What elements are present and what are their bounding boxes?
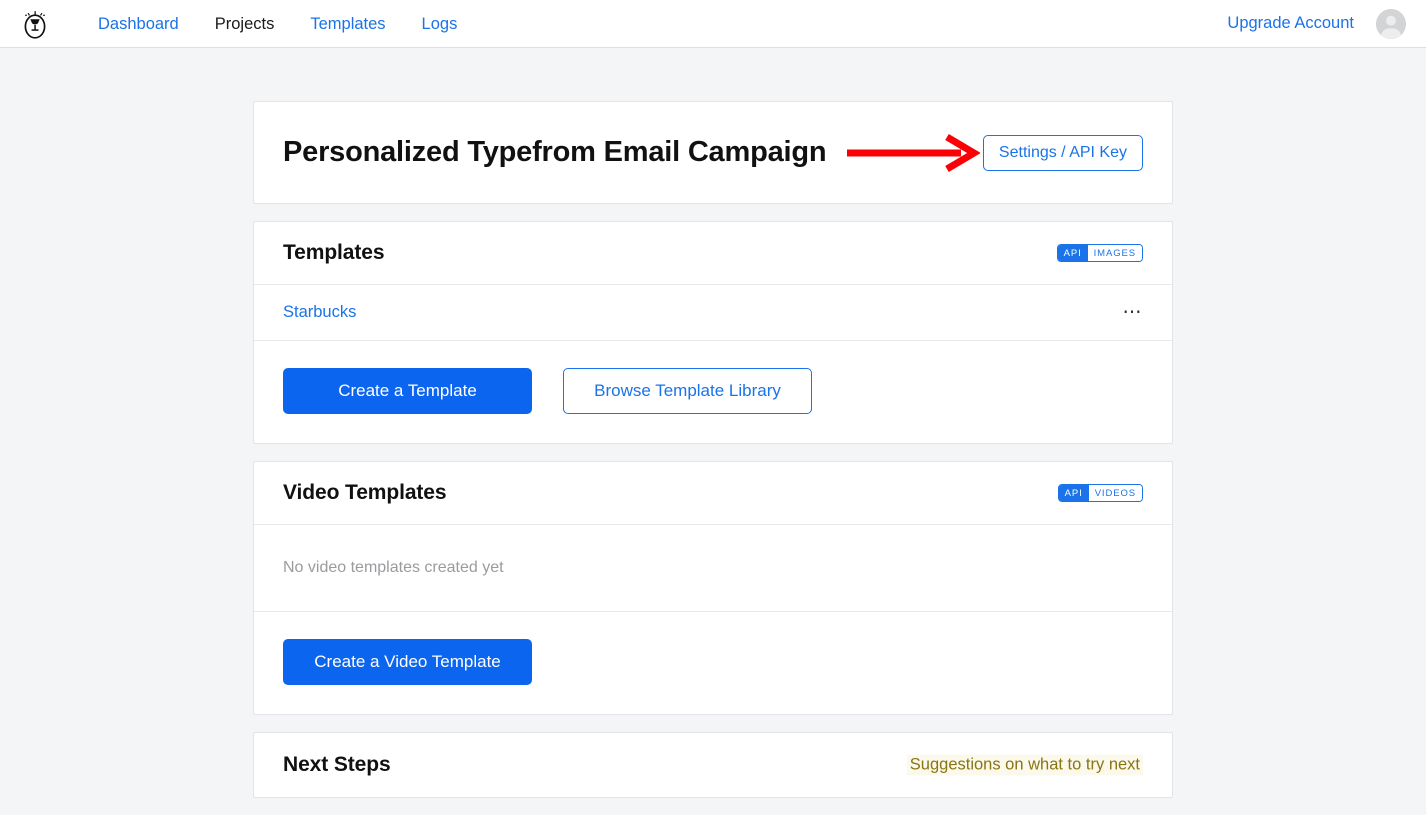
templates-title: Templates bbox=[283, 241, 385, 264]
templates-card: Templates API IMAGES Starbucks ⋯ Create … bbox=[253, 221, 1173, 444]
template-name-starbucks[interactable]: Starbucks bbox=[283, 303, 356, 322]
create-template-button[interactable]: Create a Template bbox=[283, 368, 532, 414]
page-title: Personalized Typefrom Email Campaign bbox=[283, 136, 827, 168]
next-steps-title: Next Steps bbox=[283, 753, 391, 776]
nav-link-projects[interactable]: Projects bbox=[197, 10, 293, 38]
next-steps-header-row: Next Steps Suggestions on what to try ne… bbox=[254, 733, 1172, 797]
video-templates-header-row: Video Templates API VIDEOS bbox=[254, 462, 1172, 524]
badge-videos-label: VIDEOS bbox=[1088, 485, 1142, 501]
red-arrow-annotation-icon bbox=[847, 133, 980, 173]
avatar[interactable] bbox=[1376, 8, 1406, 39]
badge-api-label: API bbox=[1057, 245, 1088, 261]
create-video-template-button[interactable]: Create a Video Template bbox=[283, 639, 532, 685]
badge-api-label: API bbox=[1058, 485, 1089, 501]
settings-api-key-button[interactable]: Settings / API Key bbox=[982, 135, 1143, 171]
nav-link-dashboard[interactable]: Dashboard bbox=[80, 10, 197, 38]
project-header-row: Personalized Typefrom Email Campaign Set… bbox=[254, 102, 1172, 203]
video-templates-actions-row: Create a Video Template bbox=[254, 612, 1172, 714]
video-templates-empty-state: No video templates created yet bbox=[254, 525, 1172, 611]
browse-template-library-button[interactable]: Browse Template Library bbox=[563, 368, 812, 414]
nav-link-logs[interactable]: Logs bbox=[404, 10, 476, 38]
upgrade-account-link[interactable]: Upgrade Account bbox=[1227, 14, 1354, 33]
next-steps-card: Next Steps Suggestions on what to try ne… bbox=[253, 732, 1173, 798]
project-header-card: Personalized Typefrom Email Campaign Set… bbox=[253, 101, 1173, 204]
next-steps-suggestion-text: Suggestions on what to try next bbox=[906, 754, 1143, 776]
video-templates-title: Video Templates bbox=[283, 481, 447, 504]
user-avatar-icon bbox=[1376, 8, 1406, 39]
templates-header-row: Templates API IMAGES bbox=[254, 222, 1172, 284]
video-templates-api-videos-badge[interactable]: API VIDEOS bbox=[1057, 484, 1143, 502]
video-templates-empty-text: No video templates created yet bbox=[283, 559, 504, 576]
template-list-item: Starbucks ⋯ bbox=[254, 285, 1172, 340]
templates-actions-row: Create a Template Browse Template Librar… bbox=[254, 341, 1172, 443]
page-content: Personalized Typefrom Email Campaign Set… bbox=[0, 48, 1426, 815]
app-logo[interactable] bbox=[18, 7, 52, 41]
top-navigation-right: Upgrade Account bbox=[1227, 8, 1406, 39]
top-navigation-bar: Dashboard Projects Templates Logs Upgrad… bbox=[0, 0, 1426, 48]
templates-api-images-badge[interactable]: API IMAGES bbox=[1056, 244, 1143, 262]
badge-images-label: IMAGES bbox=[1087, 245, 1142, 261]
nav-link-templates[interactable]: Templates bbox=[292, 10, 403, 38]
video-templates-card: Video Templates API VIDEOS No video temp… bbox=[253, 461, 1173, 715]
more-options-icon[interactable]: ⋯ bbox=[1123, 303, 1144, 322]
egg-trophy-logo-icon bbox=[24, 10, 46, 39]
primary-navigation: Dashboard Projects Templates Logs bbox=[80, 10, 475, 38]
